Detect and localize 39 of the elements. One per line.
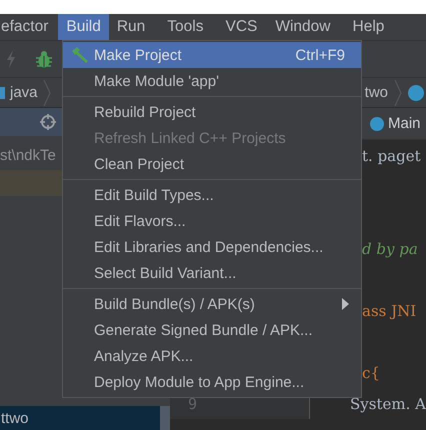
menu-item[interactable]: Edit Libraries and Dependencies... [63, 234, 361, 260]
menu-bar-item[interactable]: Build [58, 14, 109, 40]
class-icon [408, 84, 424, 100]
menu-item[interactable]: Deploy Module to App Engine... [63, 369, 361, 395]
menu-bar-item[interactable]: Tools [159, 14, 212, 40]
menu-item[interactable]: Build Bundle(s) / APK(s) [63, 291, 361, 317]
breadcrumb-item[interactable]: two [364, 84, 388, 101]
code-text: d by pa [362, 240, 418, 258]
menu-item[interactable]: Make Project Ctrl+F9 [63, 42, 361, 68]
highlighted-row [0, 170, 62, 196]
breadcrumb-item[interactable]: java [10, 84, 38, 101]
lightning-icon[interactable] [6, 50, 16, 68]
menu-item[interactable]: Generate Signed Bundle / APK... [63, 317, 361, 343]
menu-item[interactable]: Edit Build Types... [63, 182, 361, 208]
code-text: c{ [362, 364, 380, 382]
menu-bar-item[interactable]: Window [267, 14, 338, 40]
submenu-arrow-icon [342, 298, 349, 310]
menu-item[interactable]: Rebuild Project [63, 99, 361, 125]
menu-bar-item[interactable]: VCS [217, 14, 266, 40]
bug-icon[interactable] [36, 50, 52, 68]
code-text: System. A [350, 394, 426, 412]
target-icon[interactable] [40, 114, 56, 130]
folder-icon [0, 86, 5, 98]
menu-item[interactable]: Analyze APK... [63, 343, 361, 369]
tree-item[interactable]: ttwo [0, 406, 160, 430]
hammer-icon [70, 47, 88, 63]
menu-item[interactable]: Select Build Variant... [63, 260, 361, 286]
menu-item[interactable]: Clean Project [63, 151, 361, 177]
chevron-icon [394, 80, 402, 106]
menu-bar-item[interactable]: Help [344, 14, 392, 40]
code-text: ass JNI [362, 302, 416, 320]
chevron-icon [42, 80, 51, 106]
menu-bar-item[interactable]: efactor [0, 14, 56, 40]
menu-item[interactable]: Make Module 'app' [63, 68, 361, 94]
scrollbar[interactable] [160, 406, 170, 430]
code-text: t. paget [362, 146, 421, 164]
menu-bar-item[interactable]: Run [108, 14, 154, 40]
menu-item[interactable]: Edit Flavors... [63, 208, 361, 234]
editor-tab[interactable]: Main [370, 115, 426, 132]
